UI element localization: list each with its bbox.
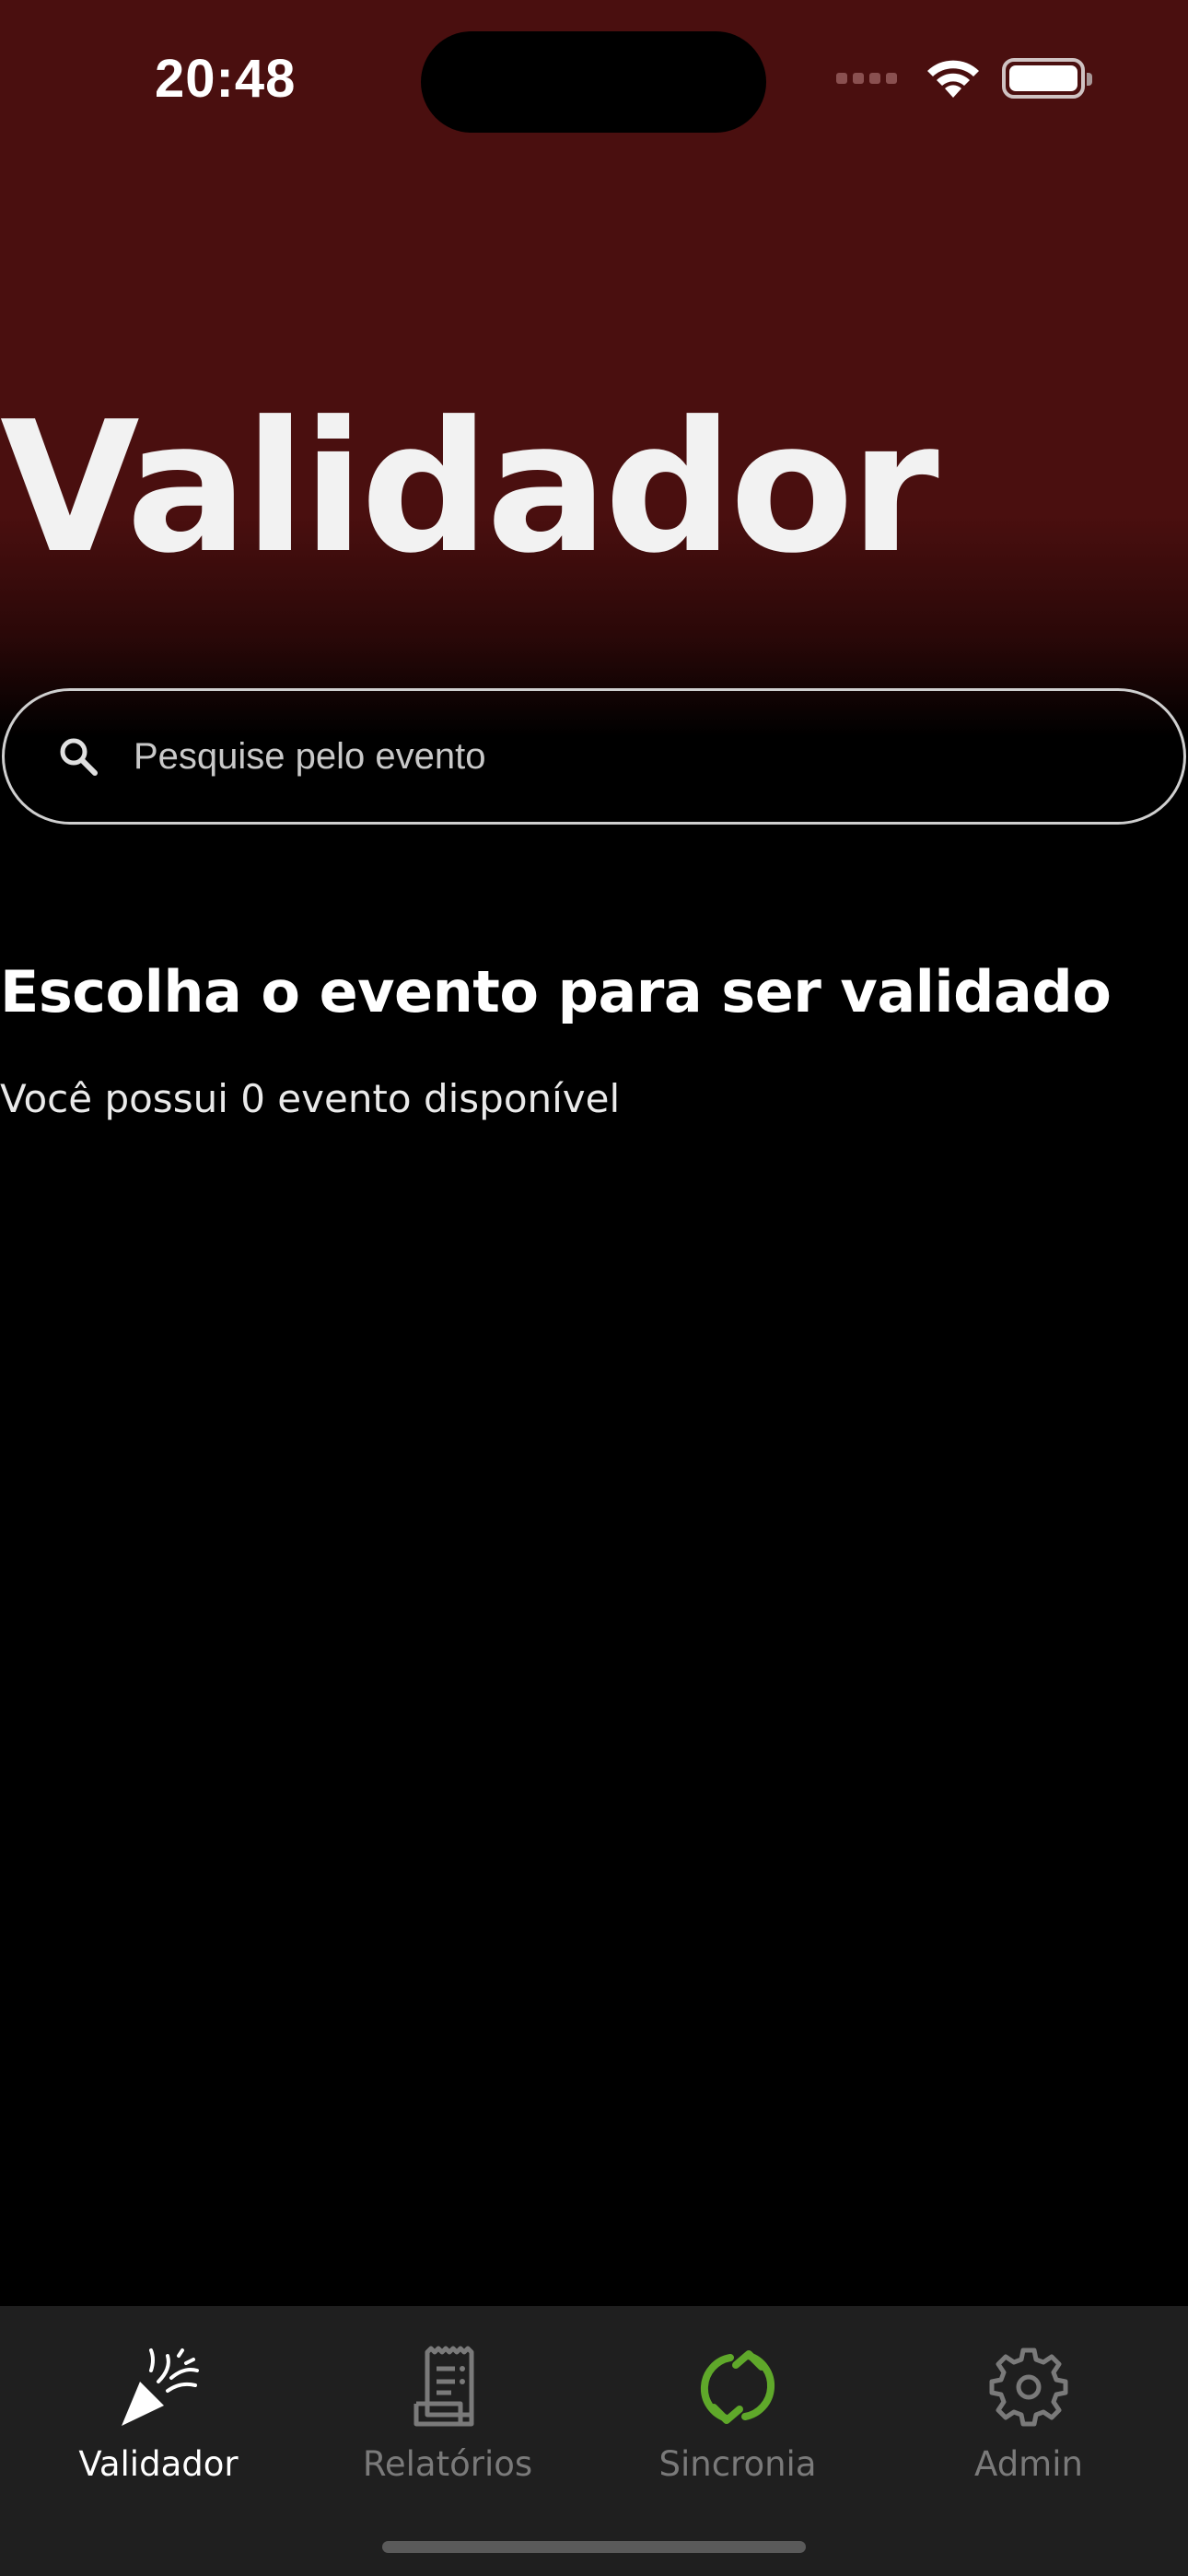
tab-admin[interactable]: Admin — [918, 2343, 1139, 2509]
tab-label-validador: Validador — [78, 2444, 239, 2484]
status-indicators — [836, 55, 1092, 101]
tab-validador[interactable]: Validador — [48, 2343, 269, 2509]
gear-icon — [989, 2348, 1068, 2427]
validator-screen: 20:48 Validador Pesquise pelo evento Esc… — [0, 0, 1188, 2576]
section-title: Escolha o evento para ser validado — [0, 958, 1112, 1025]
party-popper-icon — [122, 2348, 199, 2426]
tab-label-admin: Admin — [974, 2444, 1083, 2484]
tab-label-relatorios: Relatórios — [362, 2444, 533, 2484]
home-indicator[interactable] — [382, 2541, 806, 2553]
search-placeholder: Pesquise pelo evento — [134, 735, 486, 777]
search-icon — [60, 738, 98, 776]
status-time: 20:48 — [155, 49, 297, 109]
page-title: Validador — [0, 383, 939, 593]
tab-sincronia[interactable]: Sincronia — [627, 2343, 848, 2509]
wifi-icon — [927, 60, 979, 98]
cellular-signal-icon — [836, 73, 897, 84]
events-count-text: Você possui 0 evento disponível — [0, 1076, 621, 1121]
search-input[interactable]: Pesquise pelo evento — [2, 688, 1186, 825]
tab-label-sincronia: Sincronia — [658, 2444, 817, 2484]
bottom-tab-bar: Validador Relatórios Sincronia Admin — [0, 2306, 1188, 2576]
sync-icon — [700, 2350, 775, 2424]
receipt-icon — [413, 2346, 474, 2427]
battery-icon — [1002, 58, 1092, 99]
dynamic-island — [421, 31, 766, 133]
tab-relatorios[interactable]: Relatórios — [337, 2343, 558, 2509]
